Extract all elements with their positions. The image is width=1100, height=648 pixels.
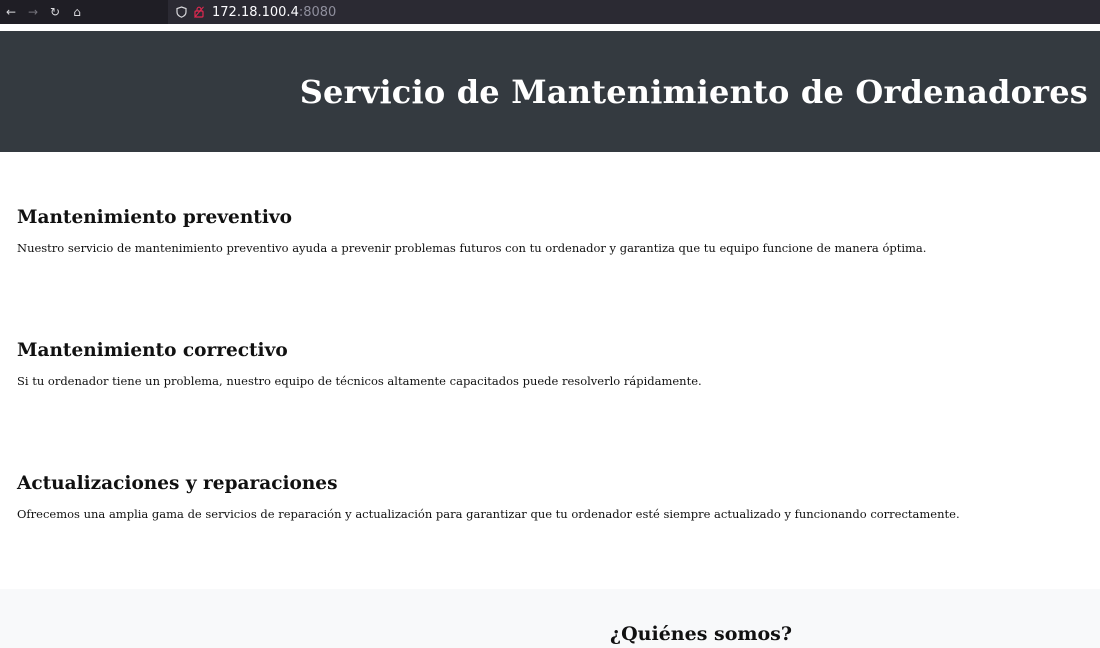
section-text: Nuestro servicio de mantenimiento preven… (17, 241, 927, 255)
page-title: Servicio de Mantenimiento de Ordenadores (299, 72, 1088, 111)
section-heading: Mantenimiento preventivo (17, 207, 292, 228)
shield-icon[interactable] (174, 5, 188, 19)
page-header: Servicio de Mantenimiento de Ordenadores (0, 31, 1100, 152)
service-section-preventive: Mantenimiento preventivo Nuestro servici… (0, 207, 1100, 255)
url-bar[interactable]: 172.18.100.4:8080 (168, 0, 1100, 24)
forward-button[interactable]: → (22, 0, 44, 24)
url-host: 172.18.100.4 (212, 4, 299, 20)
lock-insecure-icon[interactable] (192, 5, 206, 19)
section-heading: Actualizaciones y reparaciones (17, 473, 338, 494)
toolbar-separator (0, 24, 1100, 31)
about-section: ¿Quiénes somos? (0, 589, 1100, 648)
about-heading: ¿Quiénes somos? (610, 623, 792, 645)
home-button[interactable]: ⌂ (66, 0, 88, 24)
service-section-updates: Actualizaciones y reparaciones Ofrecemos… (0, 473, 1100, 521)
reload-button[interactable]: ↻ (44, 0, 66, 24)
section-heading: Mantenimiento correctivo (17, 340, 288, 361)
url-port: :8080 (298, 4, 337, 20)
section-text: Ofrecemos una amplia gama de servicios d… (17, 507, 960, 521)
section-text: Si tu ordenador tiene un problema, nuest… (17, 374, 702, 388)
browser-toolbar: ← → ↻ ⌂ 172.18.100.4:8080 (0, 0, 1100, 24)
back-button[interactable]: ← (0, 0, 22, 24)
service-section-corrective: Mantenimiento correctivo Si tu ordenador… (0, 340, 1100, 388)
